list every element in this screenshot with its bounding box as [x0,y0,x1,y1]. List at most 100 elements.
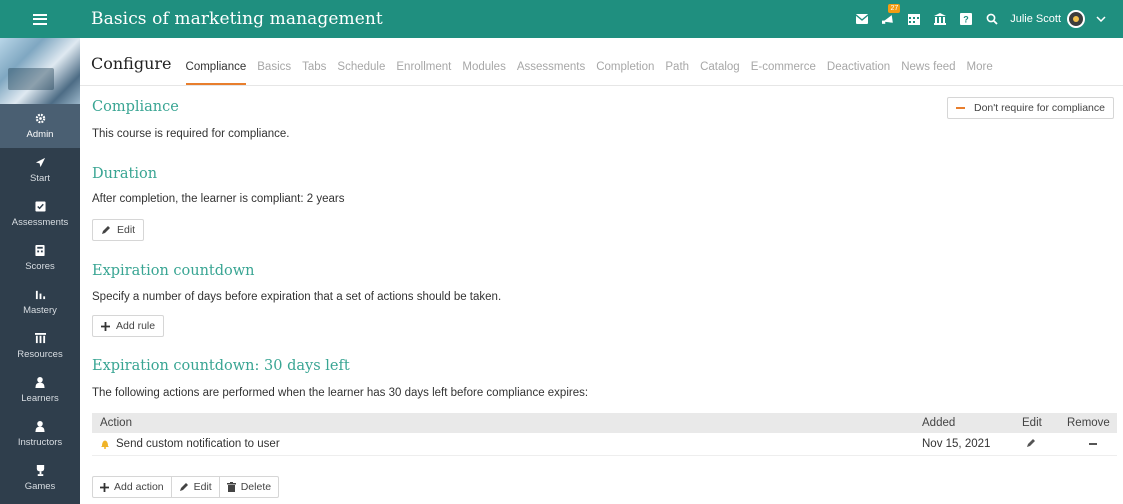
tab-schedule[interactable]: Schedule [337,61,385,85]
sidebar-item-admin[interactable]: Admin [0,104,80,148]
sidebar: Admin Start Assessments Scores Mastery R… [0,0,80,504]
pencil-icon [101,225,111,235]
table-row[interactable]: Send custom notification to user Nov 15,… [92,433,1117,456]
page-title: Configure [91,54,172,73]
sidebar-item-games[interactable]: Games [0,456,80,500]
header-actions: 27 ? Julie Scott [846,4,1111,29]
added-date: Nov 15, 2021 [922,438,991,450]
trash-icon [226,482,236,492]
tab-catalog[interactable]: Catalog [700,61,740,85]
bar-chart-icon [34,289,46,301]
tab-assessments[interactable]: Assessments [517,61,585,85]
column-remove: Remove [1067,417,1110,429]
library-icon[interactable] [930,9,950,29]
svg-text:?: ? [964,15,970,25]
compliance-text: This course is required for compliance. [92,128,290,140]
course-thumbnail[interactable] [0,38,80,104]
tab-tabs[interactable]: Tabs [302,61,326,85]
bell-icon [100,439,110,449]
action-cell: Send custom notification to user [92,438,922,450]
tab-news-feed[interactable]: News feed [901,61,955,85]
tab-more[interactable]: More [967,61,993,85]
button-label: Edit [117,224,136,236]
edit-button[interactable]: Edit [172,477,220,497]
pencil-icon [1026,438,1036,448]
duration-heading: Duration [92,166,158,182]
search-icon[interactable] [982,9,1002,29]
add-rule-button[interactable]: Add rule [92,315,165,337]
column-added: Added [922,417,956,429]
user-icon [34,421,46,433]
delete-button[interactable]: Delete [220,477,278,497]
countdown-text: The following actions are performed when… [92,387,589,399]
tab-ecommerce[interactable]: E-commerce [751,61,816,85]
sidebar-item-mastery[interactable]: Mastery [0,280,80,324]
plus-icon [100,482,109,492]
calendar-icon[interactable] [904,9,924,29]
sidebar-item-label: Resources [17,348,63,360]
minus-icon [956,107,965,109]
sidebar-item-label: Learners [21,392,59,404]
tab-basics[interactable]: Basics [257,61,291,85]
actions-table: Action Added Edit Remove Send custom not… [92,413,1117,456]
button-label: Add rule [116,320,156,332]
sidebar-item-label: Assessments [11,216,69,228]
duration-text: After completion, the learner is complia… [92,193,345,205]
menu-button[interactable] [0,0,80,38]
calculator-icon [34,245,46,257]
avatar[interactable] [1067,10,1085,28]
minus-icon [1089,442,1097,445]
button-label: Delete [240,481,272,493]
table-header: Action Added Edit Remove [92,413,1117,433]
expiration-text: Specify a number of days before expirati… [92,291,502,303]
help-icon[interactable]: ? [956,9,976,29]
check-square-icon [34,201,46,213]
sidebar-item-label: Mastery [23,304,57,316]
notifications-icon[interactable]: 27 [878,4,901,29]
sidebar-item-start[interactable]: Start [0,148,80,192]
countdown-heading: Expiration countdown: 30 days left [92,358,350,374]
pencil-icon [179,482,189,492]
tab-completion[interactable]: Completion [596,61,654,85]
column-action: Action [100,417,132,429]
edit-duration-button[interactable]: Edit [92,219,145,241]
sidebar-item-label: Instructors [17,436,63,448]
gear-icon [34,113,46,125]
add-action-button[interactable]: Add action [93,477,172,497]
row-remove-button[interactable] [1067,438,1117,450]
tab-path[interactable]: Path [665,61,689,85]
course-title: Basics of marketing management [91,9,383,29]
dont-require-compliance-button[interactable]: Don't require for compliance [947,97,1114,119]
sidebar-item-instructors[interactable]: Instructors [0,412,80,456]
button-label: Edit [193,481,212,493]
sidebar-item-label: Admin [26,128,54,140]
sidebar-item-assessments[interactable]: Assessments [0,192,80,236]
sidebar-item-resources[interactable]: Resources [0,324,80,368]
mail-icon[interactable] [852,9,872,29]
sidebar-item-label: Start [29,172,51,184]
row-edit-button[interactable] [1022,438,1067,451]
tab-compliance[interactable]: Compliance [185,61,247,85]
expiration-heading: Expiration countdown [92,263,255,279]
sidebar-item-learners[interactable]: Learners [0,368,80,412]
hamburger-icon [33,13,47,25]
button-label: Don't require for compliance [974,102,1105,114]
user-icon [34,377,46,389]
sidebar-item-label: Games [24,480,56,492]
configure-tab-bar: Configure Compliance Basics Tabs Schedul… [80,38,1123,86]
sidebar-item-label: Scores [25,260,55,272]
plus-icon [101,321,110,331]
tab-deactivation[interactable]: Deactivation [827,61,890,85]
action-name: Send custom notification to user [116,438,280,450]
user-name[interactable]: Julie Scott [1010,13,1061,25]
compliance-heading: Compliance [92,99,179,115]
sidebar-item-scores[interactable]: Scores [0,236,80,280]
chevron-down-icon[interactable] [1091,9,1111,29]
tab-enrollment[interactable]: Enrollment [396,61,451,85]
action-button-group: Add action Edit Delete [92,476,280,498]
library-icon [34,333,46,345]
tab-modules[interactable]: Modules [462,61,505,85]
notification-count: 27 [888,4,901,13]
trophy-icon [34,465,46,477]
top-bar: Basics of marketing management 27 ? Juli… [80,0,1123,38]
